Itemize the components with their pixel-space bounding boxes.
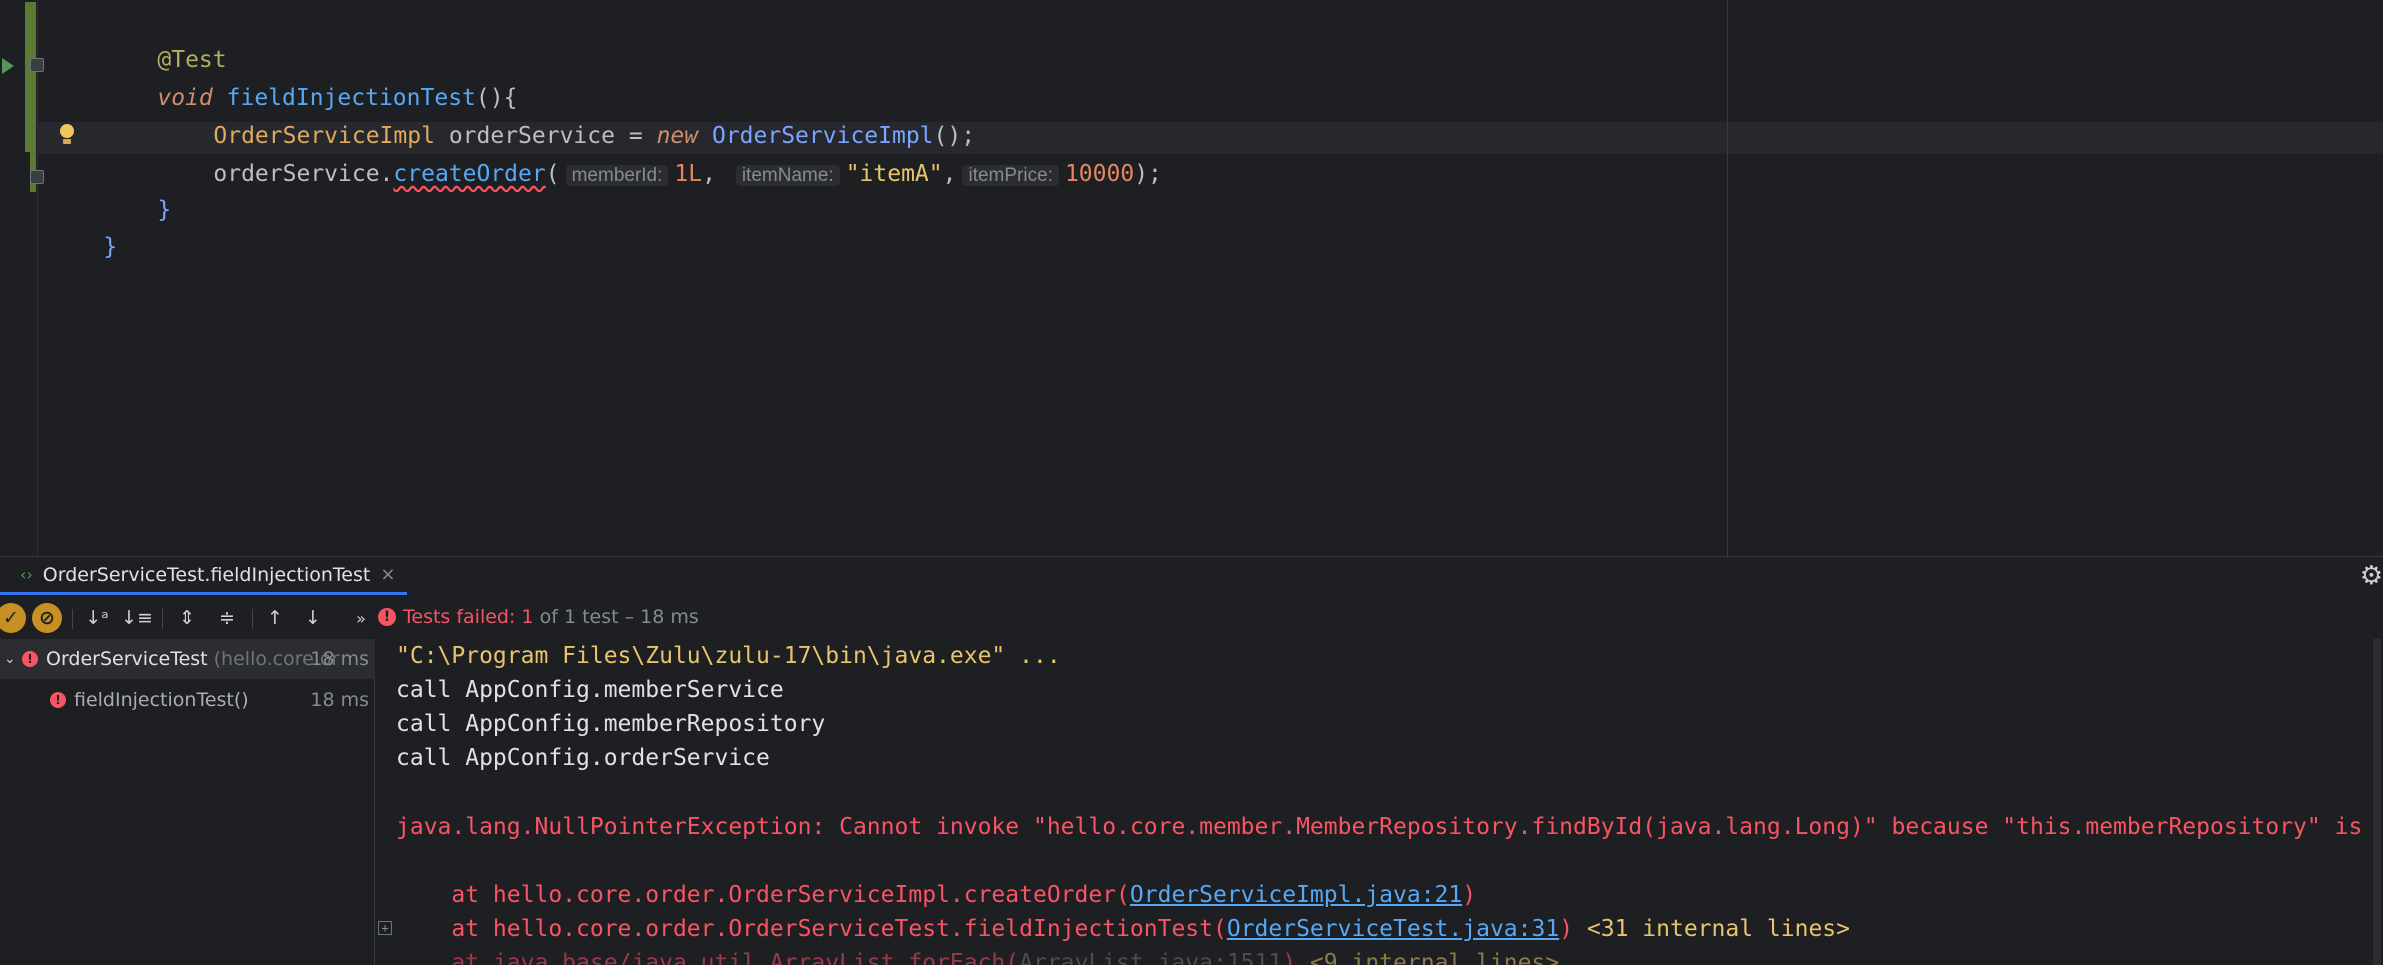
lightbulb-icon[interactable] bbox=[58, 124, 76, 148]
test-toolbar: ✓ ⊘ ↓ᵃ ↓≡ ⇕ ≑ ↑ ↓ » bbox=[0, 595, 375, 639]
internal-lines-fold[interactable]: <9 internal lines> bbox=[1296, 950, 1559, 965]
arrow-down-icon: ↓ bbox=[305, 607, 321, 629]
closing-brace: } bbox=[103, 234, 118, 260]
error-icon: ! bbox=[378, 608, 396, 626]
more-actions-button[interactable]: » bbox=[346, 603, 376, 633]
closing-brace: } bbox=[157, 197, 172, 223]
right-margin-guide bbox=[1727, 0, 1728, 556]
run-test-icon[interactable] bbox=[2, 58, 14, 74]
console-output-line: call AppConfig.orderService bbox=[396, 745, 770, 771]
fold-icon[interactable] bbox=[30, 58, 44, 72]
comma: , bbox=[942, 161, 957, 187]
sort-alpha-icon: ↓ᵃ bbox=[85, 607, 109, 629]
sort-duration-icon: ↓≡ bbox=[121, 607, 153, 629]
code-line-call[interactable]: orderService.createOrder(memberId: 1L, it… bbox=[158, 120, 1162, 187]
test-method-name: fieldInjectionTest() bbox=[74, 689, 249, 711]
test-duration: 18 ms bbox=[310, 689, 369, 711]
sort-alpha-button[interactable]: ↓ᵃ bbox=[82, 603, 112, 633]
prev-failed-button[interactable]: ↑ bbox=[260, 603, 290, 633]
stacktrace-frame: at java.base/java.util.ArrayList.forEach… bbox=[396, 950, 1020, 965]
arg-itemName: "itemA" bbox=[845, 161, 943, 187]
stacktrace-frame: at hello.core.order.OrderServiceTest.fie… bbox=[396, 916, 1227, 942]
arg-memberId: 1L bbox=[674, 161, 703, 187]
stacktrace-line: at java.base/java.util.ArrayList.forEach… bbox=[396, 946, 1559, 965]
run-tab-bar: ‹› OrderServiceTest.fieldInjectionTest ×… bbox=[0, 557, 2383, 595]
console-output[interactable]: "C:\Program Files\Zulu\zulu-17\bin\java.… bbox=[376, 639, 2383, 965]
source-link[interactable]: OrderServiceTest.java:31 bbox=[1227, 916, 1559, 942]
test-class-name: OrderServiceTest bbox=[46, 648, 208, 670]
total-tests: of 1 test bbox=[539, 606, 619, 628]
collapse-all-icon: ≑ bbox=[219, 607, 235, 629]
source-link[interactable]: ArrayList.java:1511 bbox=[1019, 950, 1282, 965]
tree-node-class[interactable]: ⌄ ! OrderServiceTest (hello.core.or 18 m… bbox=[0, 639, 375, 679]
expand-all-button[interactable]: ⇕ bbox=[172, 603, 202, 633]
test-results-tree[interactable]: ⌄ ! OrderServiceTest (hello.core.or 18 m… bbox=[0, 639, 375, 965]
run-tool-window: ‹› OrderServiceTest.fieldInjectionTest ×… bbox=[0, 556, 2383, 965]
statement-tail: ); bbox=[1134, 161, 1162, 187]
paren: ) bbox=[1559, 916, 1574, 942]
editor-gutter[interactable] bbox=[0, 0, 44, 556]
run-config-icon: ‹› bbox=[20, 565, 33, 584]
expand-icon[interactable]: + bbox=[378, 921, 392, 935]
separator: – bbox=[624, 606, 635, 628]
gear-icon[interactable]: ⚙ bbox=[2360, 561, 2383, 591]
console-output-line: call AppConfig.memberService bbox=[396, 677, 784, 703]
arrow-up-icon: ↑ bbox=[267, 607, 283, 629]
param-hint-itemPrice: itemPrice: bbox=[962, 165, 1059, 186]
paren: ) bbox=[1282, 950, 1297, 965]
code-line-close-method[interactable]: } bbox=[102, 156, 171, 223]
comma: , bbox=[702, 161, 716, 187]
stacktrace-line: at hello.core.order.OrderServiceImpl.cre… bbox=[396, 878, 1476, 912]
failed-count: 1 bbox=[521, 606, 534, 628]
test-duration: 18 ms bbox=[310, 648, 369, 670]
param-hint-itemName: itemName: bbox=[735, 165, 840, 186]
expand-all-icon: ⇕ bbox=[179, 607, 195, 629]
call-receiver: orderService. bbox=[213, 161, 394, 187]
tab-label: OrderServiceTest.fieldInjectionTest bbox=[42, 563, 371, 586]
tree-node-method[interactable]: ! fieldInjectionTest() 18 ms bbox=[0, 680, 375, 720]
close-icon[interactable]: × bbox=[380, 564, 395, 585]
console-scrollbar[interactable] bbox=[2373, 639, 2381, 965]
failed-label: Tests failed: bbox=[403, 606, 516, 628]
chevron-down-icon[interactable]: ⌄ bbox=[4, 651, 22, 667]
internal-lines-fold[interactable]: <31 internal lines> bbox=[1573, 916, 1850, 942]
check-icon: ✓ bbox=[3, 607, 19, 629]
paren: ( bbox=[545, 161, 560, 187]
chevron-double-right-icon: » bbox=[356, 608, 366, 628]
error-icon: ! bbox=[22, 651, 38, 667]
paren: ) bbox=[1462, 882, 1477, 908]
tab-run-config[interactable]: ‹› OrderServiceTest.fieldInjectionTest × bbox=[0, 557, 408, 595]
show-ignored-toggle[interactable]: ⊘ bbox=[32, 603, 62, 633]
console-output-line: call AppConfig.memberRepository bbox=[396, 711, 826, 737]
console-command-line: "C:\Program Files\Zulu\zulu-17\bin\java.… bbox=[396, 643, 1061, 669]
code-line-annotation[interactable]: @Test bbox=[102, 6, 226, 73]
param-hint-memberId: memberId: bbox=[565, 165, 669, 186]
code-line-close-class[interactable]: } bbox=[48, 193, 117, 260]
code-line-method-decl[interactable]: void fieldInjectionTest(){ bbox=[102, 44, 517, 111]
fold-icon[interactable] bbox=[30, 170, 44, 184]
total-duration: 18 ms bbox=[640, 606, 699, 628]
method-call-error[interactable]: createOrder bbox=[393, 161, 545, 187]
show-passed-toggle[interactable]: ✓ bbox=[0, 603, 26, 633]
ignored-icon: ⊘ bbox=[39, 607, 55, 629]
next-failed-button[interactable]: ↓ bbox=[298, 603, 328, 633]
stacktrace-line: at hello.core.order.OrderServiceTest.fie… bbox=[396, 912, 1850, 946]
collapse-all-button[interactable]: ≑ bbox=[212, 603, 242, 633]
source-link[interactable]: OrderServiceImpl.java:21 bbox=[1130, 882, 1462, 908]
code-editor[interactable]: @Test void fieldInjectionTest(){ OrderSe… bbox=[0, 0, 2383, 556]
vcs-change-marker[interactable] bbox=[25, 2, 36, 152]
stacktrace-frame: at hello.core.order.OrderServiceImpl.cre… bbox=[396, 882, 1130, 908]
sort-duration-button[interactable]: ↓≡ bbox=[121, 603, 153, 633]
exception-message: java.lang.NullPointerException: Cannot i… bbox=[396, 814, 2363, 840]
error-icon: ! bbox=[50, 692, 66, 708]
arg-itemPrice: 10000 bbox=[1064, 161, 1135, 187]
test-status: ! Tests failed: 1 of 1 test – 18 ms bbox=[378, 595, 699, 639]
code-line-declaration[interactable]: OrderServiceImpl orderService = new Orde… bbox=[158, 82, 975, 149]
